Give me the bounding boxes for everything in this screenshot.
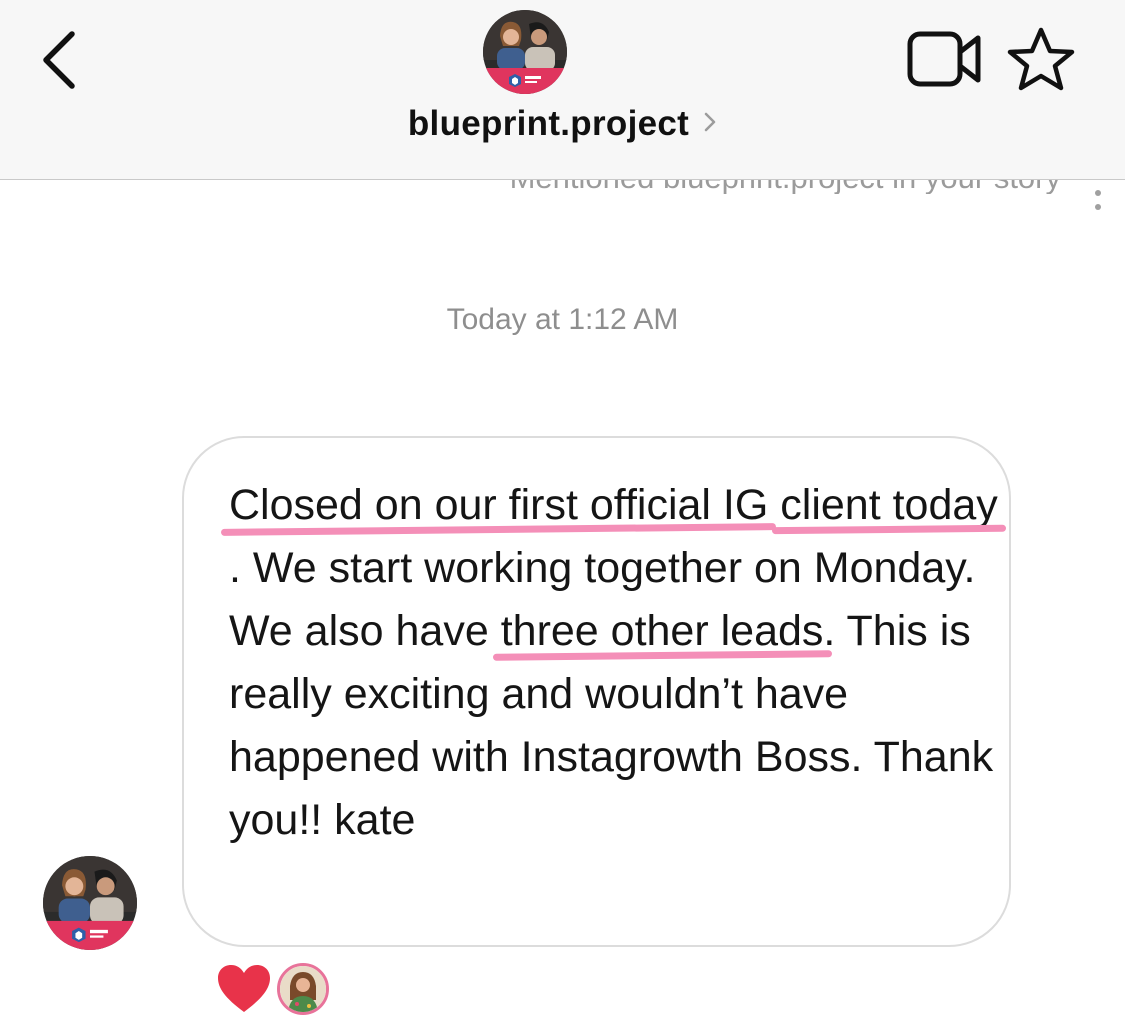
star-icon [1007, 27, 1075, 91]
message-segment [768, 481, 780, 529]
more-options-button[interactable] [1092, 185, 1104, 215]
chevron-left-icon [43, 31, 75, 89]
previous-message-text: Mentioned blueprint.project in your stor… [510, 180, 1061, 194]
message-timestamp: Today at 1:12 AM [446, 303, 679, 336]
username-label: blueprint.project [407, 104, 690, 143]
chat-header: blueprint.project [0, 0, 1125, 180]
more-vertical-icon [1095, 190, 1101, 210]
highlighted-text: three other leads [501, 600, 824, 663]
heart-reaction[interactable] [215, 962, 273, 1016]
reactor-avatar[interactable] [277, 963, 329, 1015]
profile-avatar[interactable] [483, 10, 567, 94]
highlighted-text: client today [780, 474, 998, 537]
highlighted-text: Closed on our first official IG [229, 474, 768, 537]
previous-message-clipped: Mentioned blueprint.project in your stor… [0, 180, 1125, 194]
sender-avatar[interactable] [43, 856, 137, 950]
favorite-button[interactable] [1006, 26, 1076, 92]
video-camera-icon [907, 31, 981, 87]
chat-title[interactable]: blueprint.project [0, 104, 1125, 144]
back-button[interactable] [36, 28, 86, 92]
heart-icon [218, 965, 270, 1012]
video-call-button[interactable] [906, 28, 982, 90]
chevron-right-icon [703, 102, 717, 142]
message-text: Closed on our first official IG client t… [229, 474, 999, 852]
